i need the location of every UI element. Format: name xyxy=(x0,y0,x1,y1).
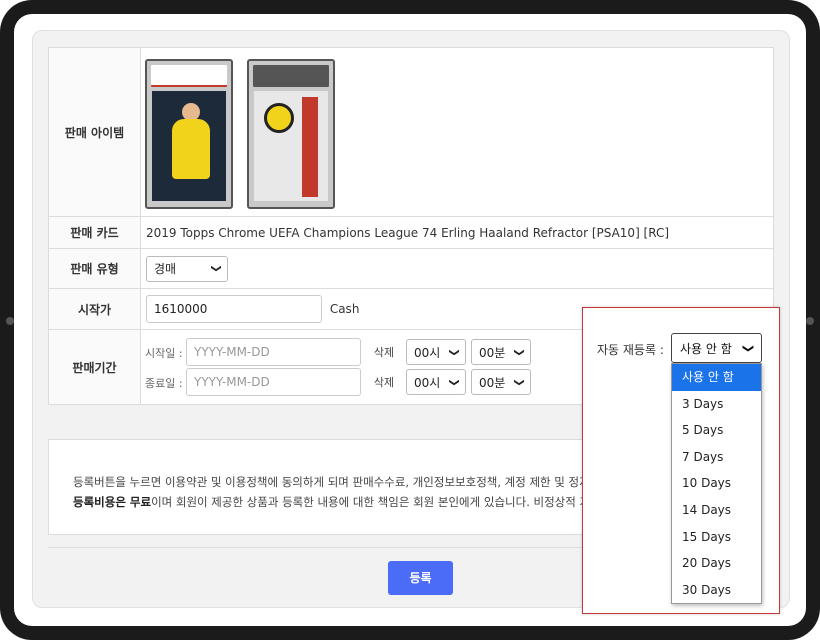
relist-option-7-days[interactable]: 7 Days xyxy=(672,444,761,471)
tablet-frame: 판매 아이템 판매 카드 2019 Topps Chrome UEFA Cham… xyxy=(0,0,820,640)
relist-option-14-days[interactable]: 14 Days xyxy=(672,497,761,524)
relist-option-5-days[interactable]: 5 Days xyxy=(672,417,761,444)
auto-relist-dropdown: 사용 안 함 3 Days 5 Days 7 Days 10 Days 14 D… xyxy=(671,363,762,605)
card-back-artwork xyxy=(253,91,328,201)
card-front-image[interactable] xyxy=(145,59,233,209)
sale-type-select[interactable]: 경매 ❯ xyxy=(146,255,228,282)
type-label: 판매 유형 xyxy=(48,248,141,289)
grading-label xyxy=(252,65,329,87)
period-label: 판매기간 xyxy=(48,329,141,405)
start-minute-select[interactable]: 00분 ❯ xyxy=(471,339,531,365)
card-label: 판매 카드 xyxy=(48,216,141,249)
notice-free-highlight: 등록비용은 무료 xyxy=(73,495,152,509)
price-label: 시작가 xyxy=(48,288,141,330)
end-hour-value: 00시 xyxy=(414,375,441,390)
end-date-input[interactable]: YYYY-MM-DD xyxy=(186,368,361,396)
end-delete-button[interactable]: 삭제 xyxy=(367,370,401,396)
relist-option-15-days[interactable]: 15 Days xyxy=(672,524,761,551)
auto-relist-select[interactable]: 사용 안 함 ❯ xyxy=(671,333,762,363)
start-price-input[interactable]: 1610000 xyxy=(146,295,322,323)
chevron-down-icon: ❯ xyxy=(210,264,222,273)
card-back-image[interactable] xyxy=(246,59,335,209)
card-artwork xyxy=(152,91,226,201)
start-date-input[interactable]: YYYY-MM-DD xyxy=(186,338,361,366)
chevron-down-icon: ❯ xyxy=(741,343,755,353)
end-minute-select[interactable]: 00분 ❯ xyxy=(471,369,531,395)
side-sensor xyxy=(806,317,814,325)
price-unit: Cash xyxy=(329,302,360,316)
relist-option-3-days[interactable]: 3 Days xyxy=(672,391,761,418)
relist-option-30-days[interactable]: 30 Days xyxy=(672,577,761,604)
card-back-stripe xyxy=(301,97,318,197)
relist-option-10-days[interactable]: 10 Days xyxy=(672,470,761,497)
start-delete-button[interactable]: 삭제 xyxy=(367,340,401,366)
chevron-down-icon: ❯ xyxy=(513,347,525,357)
start-date-label: 시작일 : xyxy=(145,347,183,360)
item-label: 판매 아이템 xyxy=(48,47,141,217)
start-hour-value: 00시 xyxy=(414,345,441,360)
card-name: 2019 Topps Chrome UEFA Champions League … xyxy=(140,216,774,249)
end-hour-select[interactable]: 00시 ❯ xyxy=(406,369,466,395)
screen: 판매 아이템 판매 카드 2019 Topps Chrome UEFA Cham… xyxy=(14,14,806,626)
auto-relist-popup: 자동 재등록 : 사용 안 함 ❯ 사용 안 함 3 Days 5 Days 7… xyxy=(582,307,780,614)
chevron-down-icon: ❯ xyxy=(448,377,460,387)
auto-relist-value: 사용 안 함 xyxy=(680,341,732,356)
sale-type-value: 경매 xyxy=(154,262,177,276)
chevron-down-icon: ❯ xyxy=(448,347,460,357)
item-images xyxy=(140,47,774,217)
relist-option-20-days[interactable]: 20 Days xyxy=(672,550,761,577)
player-jersey xyxy=(172,119,210,179)
start-minute-value: 00분 xyxy=(479,345,506,360)
auto-relist-label: 자동 재등록 : xyxy=(597,343,664,357)
end-date-label: 종료일 : xyxy=(145,377,183,390)
chevron-down-icon: ❯ xyxy=(513,377,525,387)
register-button[interactable]: 등록 xyxy=(388,561,453,595)
club-logo-icon xyxy=(263,103,294,133)
start-hour-select[interactable]: 00시 ❯ xyxy=(406,339,466,365)
side-sensor xyxy=(6,317,14,325)
relist-option-none[interactable]: 사용 안 함 xyxy=(672,364,761,391)
grading-label xyxy=(151,65,227,87)
end-minute-value: 00분 xyxy=(479,375,506,390)
